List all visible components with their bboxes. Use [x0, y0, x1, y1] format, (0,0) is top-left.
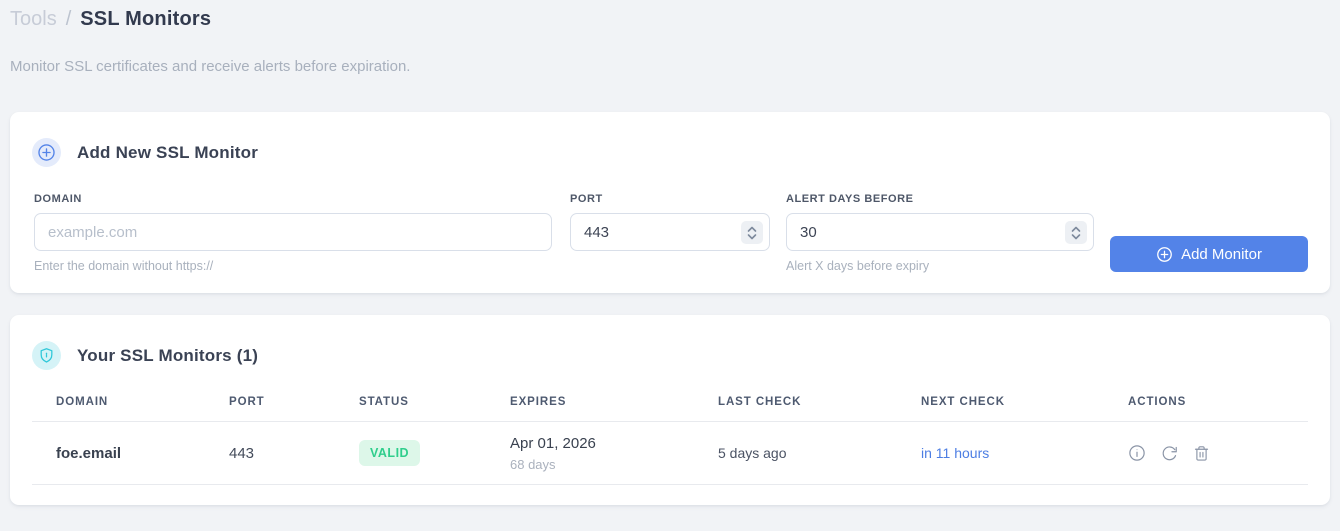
column-header-expires: EXPIRES: [510, 396, 567, 408]
add-monitor-card-header: Add New SSL Monitor: [32, 138, 1308, 167]
breadcrumb: Tools / SSL Monitors: [10, 6, 1330, 31]
add-monitor-card: Add New SSL Monitor DOMAIN Enter the dom…: [10, 112, 1330, 293]
add-monitor-form: DOMAIN Enter the domain without https://…: [32, 193, 1308, 273]
breadcrumb-separator: /: [65, 8, 72, 30]
expires-days-remaining: 68 days: [510, 456, 556, 472]
shield-icon: [32, 341, 61, 370]
domain-input[interactable]: [34, 213, 552, 251]
plus-circle-icon: [32, 138, 61, 167]
alert-days-label: ALERT DAYS BEFORE: [786, 193, 914, 205]
port-input[interactable]: [570, 213, 770, 251]
add-monitor-button[interactable]: Add Monitor: [1110, 236, 1308, 272]
row-actions: [1128, 444, 1308, 462]
page-subtitle: Monitor SSL certificates and receive ale…: [10, 58, 411, 75]
add-monitor-title: Add New SSL Monitor: [77, 142, 259, 162]
column-header-port: PORT: [229, 396, 265, 408]
monitor-expires: Apr 01, 2026 68 days: [510, 435, 718, 472]
trash-icon[interactable]: [1193, 445, 1210, 462]
alert-days-input[interactable]: [786, 213, 1094, 251]
info-icon[interactable]: [1128, 444, 1146, 462]
status-badge: VALID: [359, 440, 421, 466]
column-header-next-check: NEXT CHECK: [921, 396, 1005, 408]
monitor-domain: foe.email: [56, 444, 122, 462]
domain-help-text: Enter the domain without https://: [34, 259, 214, 273]
port-stepper[interactable]: [741, 221, 763, 244]
monitor-last-check: 5 days ago: [718, 445, 787, 461]
page-title: SSL Monitors: [80, 8, 212, 30]
monitors-card-header: Your SSL Monitors (1): [32, 341, 1308, 370]
monitor-port: 443: [229, 444, 255, 462]
alert-days-stepper[interactable]: [1065, 221, 1087, 244]
monitors-card: Your SSL Monitors (1) DOMAIN PORT STATUS…: [10, 315, 1330, 505]
ssl-monitors-page: Tools / SSL Monitors Monitor SSL certifi…: [0, 0, 1340, 505]
plus-circle-icon: [1156, 246, 1173, 263]
alert-days-field-group: ALERT DAYS BEFORE Alert X days before ex…: [786, 193, 1094, 273]
expires-date: Apr 01, 2026: [510, 434, 596, 452]
refresh-icon[interactable]: [1161, 445, 1178, 462]
column-header-actions: ACTIONS: [1128, 396, 1187, 408]
domain-label: DOMAIN: [34, 193, 82, 205]
table-header-row: DOMAIN PORT STATUS EXPIRES LAST CHECK NE…: [32, 396, 1308, 422]
port-label: PORT: [570, 193, 603, 205]
add-monitor-button-label: Add Monitor: [1181, 245, 1262, 263]
monitor-next-check: in 11 hours: [921, 445, 990, 461]
column-header-status: STATUS: [359, 396, 409, 408]
monitors-title: Your SSL Monitors (1): [77, 345, 259, 365]
alert-days-help-text: Alert X days before expiry: [786, 259, 930, 273]
column-header-last-check: LAST CHECK: [718, 396, 802, 408]
port-field-group: PORT: [570, 193, 770, 251]
domain-field-group: DOMAIN Enter the domain without https://: [34, 193, 552, 273]
monitors-table: DOMAIN PORT STATUS EXPIRES LAST CHECK NE…: [32, 396, 1308, 485]
breadcrumb-tools-link[interactable]: Tools: [10, 8, 57, 31]
table-row: foe.email 443 VALID Apr 01, 2026 68 days…: [32, 422, 1308, 485]
column-header-domain: DOMAIN: [56, 396, 109, 408]
